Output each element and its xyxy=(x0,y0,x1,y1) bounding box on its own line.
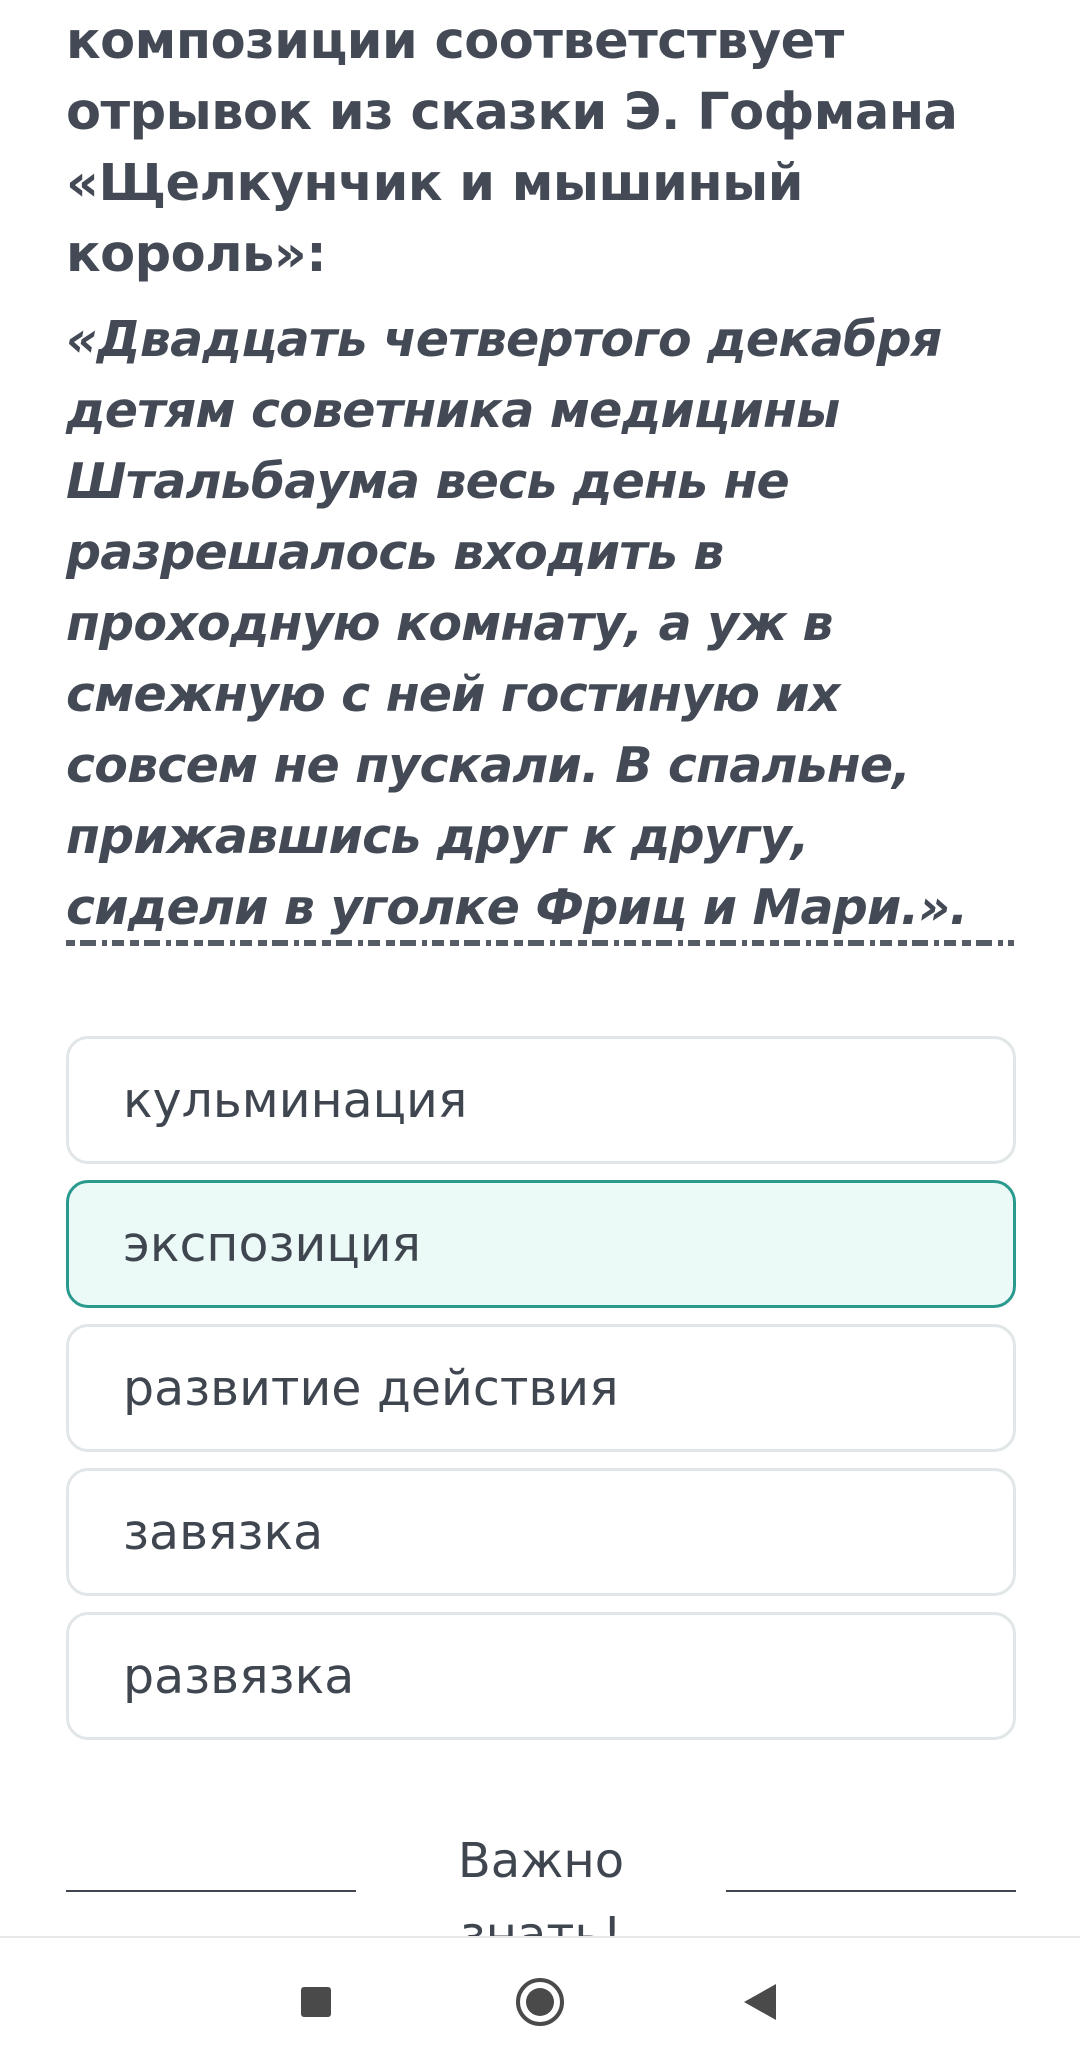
square-recents-icon xyxy=(301,1987,331,2017)
important-section: Важно знать! xyxy=(66,1824,1016,1963)
home-button[interactable] xyxy=(480,1938,600,2066)
answer-option-label: развитие действия xyxy=(123,1359,619,1417)
question-text: композиции соответствует отрывок из сказ… xyxy=(66,12,958,284)
answer-option-label: кульминация xyxy=(123,1071,468,1129)
system-navigation-bar xyxy=(0,1936,1080,2066)
answer-option-razvitie-deystviya[interactable]: развитие действия xyxy=(66,1324,1016,1452)
answer-option-label: экспозиция xyxy=(123,1215,422,1273)
answer-option-kulminatsiya[interactable]: кульминация xyxy=(66,1036,1016,1164)
divider-left xyxy=(66,1890,356,1892)
answer-option-label: завязка xyxy=(123,1503,324,1561)
answer-options: кульминация экспозиция развитие действия… xyxy=(66,1036,1016,1756)
recents-button[interactable] xyxy=(256,1938,376,2066)
answer-blank-line xyxy=(66,940,1014,946)
answer-option-ekspozitsiya[interactable]: экспозиция xyxy=(66,1180,1016,1308)
divider-right xyxy=(726,1890,1016,1892)
back-button[interactable] xyxy=(700,1938,820,2066)
question-quote: «Двадцать четвертого декабря детям совет… xyxy=(66,311,968,936)
triangle-back-icon xyxy=(744,1984,776,2020)
answer-option-label: развязка xyxy=(123,1647,355,1705)
answer-option-zavyazka[interactable]: завязка xyxy=(66,1468,1016,1596)
answer-option-razvyazka[interactable]: развязка xyxy=(66,1612,1016,1740)
question-block: композиции соответствует отрывок из сказ… xyxy=(66,0,1016,943)
circle-home-icon xyxy=(516,1978,564,2026)
